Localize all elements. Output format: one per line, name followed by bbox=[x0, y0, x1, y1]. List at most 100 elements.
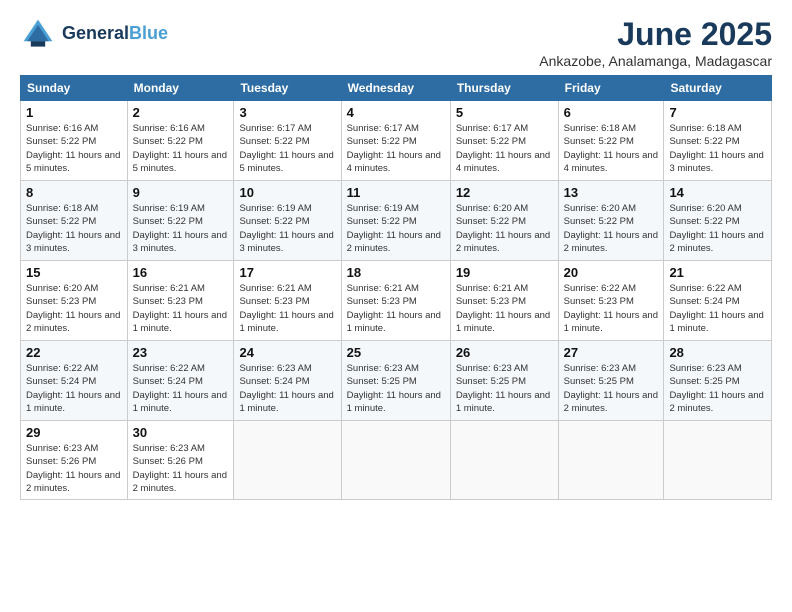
calendar-cell: 24Sunrise: 6:23 AMSunset: 5:24 PMDayligh… bbox=[234, 341, 341, 421]
header: GeneralBlue June 2025 Ankazobe, Analaman… bbox=[20, 16, 772, 69]
day-info: Sunrise: 6:18 AMSunset: 5:22 PMDaylight:… bbox=[26, 202, 122, 255]
day-info: Sunrise: 6:21 AMSunset: 5:23 PMDaylight:… bbox=[239, 282, 335, 335]
logo-text: GeneralBlue bbox=[62, 24, 168, 44]
calendar-cell: 1Sunrise: 6:16 AMSunset: 5:22 PMDaylight… bbox=[21, 101, 128, 181]
calendar-weekday-sunday: Sunday bbox=[21, 76, 128, 101]
calendar-cell: 28 Sunrise: 6:23 AMSunset: 5:25 PMDayligh… bbox=[664, 341, 772, 421]
calendar-cell: 15 Sunrise: 6:20 AMSunset: 5:23 PMDayligh… bbox=[21, 261, 128, 341]
day-number: 8 bbox=[26, 185, 122, 200]
day-info: Sunrise: 6:22 AMSunset: 5:24 PMDaylight:… bbox=[669, 282, 766, 335]
calendar-table: SundayMondayTuesdayWednesdayThursdayFrid… bbox=[20, 75, 772, 500]
day-info: Sunrise: 6:20 AMSunset: 5:22 PMDaylight:… bbox=[669, 202, 766, 255]
day-info: Sunrise: 6:19 AMSunset: 5:22 PMDaylight:… bbox=[133, 202, 229, 255]
day-number: 20 bbox=[564, 265, 659, 280]
day-number: 11 bbox=[347, 185, 445, 200]
day-number: 30 bbox=[133, 425, 229, 440]
calendar-cell: 23 Sunrise: 6:22 AMSunset: 5:24 PMDayligh… bbox=[127, 341, 234, 421]
day-number: 28 bbox=[669, 345, 766, 360]
day-info: Sunrise: 6:23 AMSunset: 5:26 PMDaylight:… bbox=[133, 442, 229, 495]
day-number: 16 bbox=[133, 265, 229, 280]
calendar-cell: 12Sunrise: 6:20 AMSunset: 5:22 PMDayligh… bbox=[450, 181, 558, 261]
day-info: Sunrise: 6:16 AMSunset: 5:22 PMDaylight:… bbox=[26, 122, 122, 175]
logo-icon bbox=[20, 16, 56, 52]
title-block: June 2025 Ankazobe, Analamanga, Madagasc… bbox=[539, 16, 772, 69]
day-info: Sunrise: 6:21 AMSunset: 5:23 PMDaylight:… bbox=[133, 282, 229, 335]
calendar-cell: 7 Sunrise: 6:18 AMSunset: 5:22 PMDaylight… bbox=[664, 101, 772, 181]
month-title: June 2025 bbox=[539, 16, 772, 53]
day-info: Sunrise: 6:17 AMSunset: 5:22 PMDaylight:… bbox=[347, 122, 445, 175]
calendar-cell bbox=[341, 421, 450, 500]
day-info: Sunrise: 6:22 AMSunset: 5:23 PMDaylight:… bbox=[564, 282, 659, 335]
calendar-cell: 25 Sunrise: 6:23 AMSunset: 5:25 PMDayligh… bbox=[341, 341, 450, 421]
day-info: Sunrise: 6:23 AMSunset: 5:25 PMDaylight:… bbox=[564, 362, 659, 415]
calendar-cell: 5Sunrise: 6:17 AMSunset: 5:22 PMDaylight… bbox=[450, 101, 558, 181]
calendar-weekday-tuesday: Tuesday bbox=[234, 76, 341, 101]
calendar-cell: 21 Sunrise: 6:22 AMSunset: 5:24 PMDayligh… bbox=[664, 261, 772, 341]
day-number: 23 bbox=[133, 345, 229, 360]
day-info: Sunrise: 6:21 AMSunset: 5:23 PMDaylight:… bbox=[456, 282, 553, 335]
day-info: Sunrise: 6:19 AMSunset: 5:22 PMDaylight:… bbox=[347, 202, 445, 255]
day-number: 25 bbox=[347, 345, 445, 360]
day-info: Sunrise: 6:22 AMSunset: 5:24 PMDaylight:… bbox=[133, 362, 229, 415]
location-title: Ankazobe, Analamanga, Madagascar bbox=[539, 53, 772, 69]
day-info: Sunrise: 6:23 AMSunset: 5:25 PMDaylight:… bbox=[669, 362, 766, 415]
calendar-cell: 4 Sunrise: 6:17 AMSunset: 5:22 PMDaylight… bbox=[341, 101, 450, 181]
calendar-cell bbox=[558, 421, 664, 500]
calendar-cell: 8 Sunrise: 6:18 AMSunset: 5:22 PMDaylight… bbox=[21, 181, 128, 261]
day-number: 19 bbox=[456, 265, 553, 280]
day-number: 7 bbox=[669, 105, 766, 120]
calendar-cell bbox=[664, 421, 772, 500]
day-number: 27 bbox=[564, 345, 659, 360]
day-number: 6 bbox=[564, 105, 659, 120]
calendar-cell: 10 Sunrise: 6:19 AMSunset: 5:22 PMDayligh… bbox=[234, 181, 341, 261]
calendar-cell: 9 Sunrise: 6:19 AMSunset: 5:22 PMDaylight… bbox=[127, 181, 234, 261]
day-info: Sunrise: 6:23 AMSunset: 5:25 PMDaylight:… bbox=[347, 362, 445, 415]
logo: GeneralBlue bbox=[20, 16, 168, 52]
day-number: 24 bbox=[239, 345, 335, 360]
calendar-cell: 22Sunrise: 6:22 AMSunset: 5:24 PMDayligh… bbox=[21, 341, 128, 421]
day-info: Sunrise: 6:17 AMSunset: 5:22 PMDaylight:… bbox=[239, 122, 335, 175]
day-number: 26 bbox=[456, 345, 553, 360]
calendar-week-row: 15 Sunrise: 6:20 AMSunset: 5:23 PMDayligh… bbox=[21, 261, 772, 341]
day-number: 9 bbox=[133, 185, 229, 200]
day-number: 18 bbox=[347, 265, 445, 280]
day-number: 21 bbox=[669, 265, 766, 280]
day-info: Sunrise: 6:20 AMSunset: 5:22 PMDaylight:… bbox=[564, 202, 659, 255]
calendar-header-row: SundayMondayTuesdayWednesdayThursdayFrid… bbox=[21, 76, 772, 101]
day-number: 12 bbox=[456, 185, 553, 200]
calendar-cell: 30 Sunrise: 6:23 AMSunset: 5:26 PMDayligh… bbox=[127, 421, 234, 500]
calendar-cell: 27 Sunrise: 6:23 AMSunset: 5:25 PMDayligh… bbox=[558, 341, 664, 421]
calendar-weekday-wednesday: Wednesday bbox=[341, 76, 450, 101]
day-info: Sunrise: 6:23 AMSunset: 5:26 PMDaylight:… bbox=[26, 442, 122, 495]
calendar-cell: 14 Sunrise: 6:20 AMSunset: 5:22 PMDayligh… bbox=[664, 181, 772, 261]
calendar-week-row: 22Sunrise: 6:22 AMSunset: 5:24 PMDayligh… bbox=[21, 341, 772, 421]
calendar-cell: 3Sunrise: 6:17 AMSunset: 5:22 PMDaylight… bbox=[234, 101, 341, 181]
day-info: Sunrise: 6:16 AMSunset: 5:22 PMDaylight:… bbox=[133, 122, 229, 175]
calendar-cell: 13Sunrise: 6:20 AMSunset: 5:22 PMDayligh… bbox=[558, 181, 664, 261]
calendar-cell bbox=[450, 421, 558, 500]
calendar-cell: 6 Sunrise: 6:18 AMSunset: 5:22 PMDaylight… bbox=[558, 101, 664, 181]
calendar-cell: 19 Sunrise: 6:21 AMSunset: 5:23 PMDayligh… bbox=[450, 261, 558, 341]
calendar-cell: 16 Sunrise: 6:21 AMSunset: 5:23 PMDayligh… bbox=[127, 261, 234, 341]
calendar-weekday-monday: Monday bbox=[127, 76, 234, 101]
day-info: Sunrise: 6:22 AMSunset: 5:24 PMDaylight:… bbox=[26, 362, 122, 415]
day-info: Sunrise: 6:23 AMSunset: 5:25 PMDaylight:… bbox=[456, 362, 553, 415]
page: GeneralBlue June 2025 Ankazobe, Analaman… bbox=[0, 0, 792, 612]
calendar-weekday-thursday: Thursday bbox=[450, 76, 558, 101]
calendar-cell: 11 Sunrise: 6:19 AMSunset: 5:22 PMDayligh… bbox=[341, 181, 450, 261]
day-info: Sunrise: 6:20 AMSunset: 5:23 PMDaylight:… bbox=[26, 282, 122, 335]
day-info: Sunrise: 6:18 AMSunset: 5:22 PMDaylight:… bbox=[669, 122, 766, 175]
day-info: Sunrise: 6:17 AMSunset: 5:22 PMDaylight:… bbox=[456, 122, 553, 175]
day-info: Sunrise: 6:18 AMSunset: 5:22 PMDaylight:… bbox=[564, 122, 659, 175]
calendar-week-row: 29Sunrise: 6:23 AMSunset: 5:26 PMDayligh… bbox=[21, 421, 772, 500]
calendar-cell: 18 Sunrise: 6:21 AMSunset: 5:23 PMDayligh… bbox=[341, 261, 450, 341]
calendar-cell: 17 Sunrise: 6:21 AMSunset: 5:23 PMDayligh… bbox=[234, 261, 341, 341]
day-number: 14 bbox=[669, 185, 766, 200]
day-number: 2 bbox=[133, 105, 229, 120]
day-number: 4 bbox=[347, 105, 445, 120]
day-info: Sunrise: 6:19 AMSunset: 5:22 PMDaylight:… bbox=[239, 202, 335, 255]
day-info: Sunrise: 6:21 AMSunset: 5:23 PMDaylight:… bbox=[347, 282, 445, 335]
day-number: 17 bbox=[239, 265, 335, 280]
day-number: 15 bbox=[26, 265, 122, 280]
day-number: 10 bbox=[239, 185, 335, 200]
